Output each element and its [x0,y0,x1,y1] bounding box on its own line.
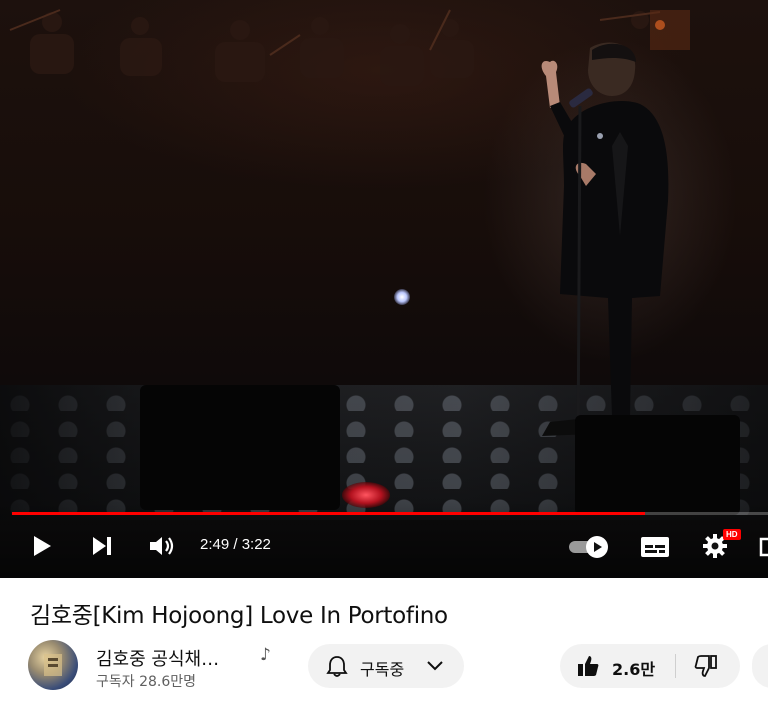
video-title: 김호중[Kim Hojoong] Love In Portofino [30,603,448,629]
subtitles-button[interactable] [640,534,670,560]
thumbs-down-icon [694,655,717,677]
video-player[interactable]: 2:49 / 3:22 HD [0,0,768,578]
stage-spotlight [394,289,410,305]
volume-button[interactable] [147,532,177,560]
like-dislike-group: 2.6만 [560,644,740,688]
progress-bar[interactable] [12,512,768,515]
fullscreen-button[interactable] [756,534,768,560]
bell-icon [326,656,348,677]
fullscreen-icon [759,537,768,557]
play-button[interactable] [28,532,56,560]
dislike-button[interactable] [676,644,740,688]
chevron-down-icon [427,661,443,671]
subtitles-icon [641,537,669,557]
autoplay-toggle[interactable] [567,535,611,559]
next-icon [93,537,111,555]
subscriber-count: 구독자 28.6만명 [96,674,197,690]
hd-badge: HD [723,529,741,540]
subscribe-label: 구독중 [360,660,405,679]
share-button[interactable] [752,644,768,688]
time-display: 2:49 / 3:22 [200,536,271,553]
subscribe-button[interactable]: 구독중 [308,644,464,688]
volume-icon [150,537,174,555]
like-button[interactable]: 2.6만 [560,644,675,688]
progress-fill [12,512,645,515]
like-count: 2.6만 [612,660,656,679]
play-icon [34,536,51,556]
channel-name[interactable]: 김호중 공식채… [96,645,219,671]
channel-avatar[interactable] [28,640,78,690]
singer-figure [541,42,669,457]
stage-monitor-left [140,385,340,510]
thumbs-up-icon [578,656,599,676]
music-note-icon: ♪ [260,645,271,665]
next-button[interactable] [88,532,116,560]
